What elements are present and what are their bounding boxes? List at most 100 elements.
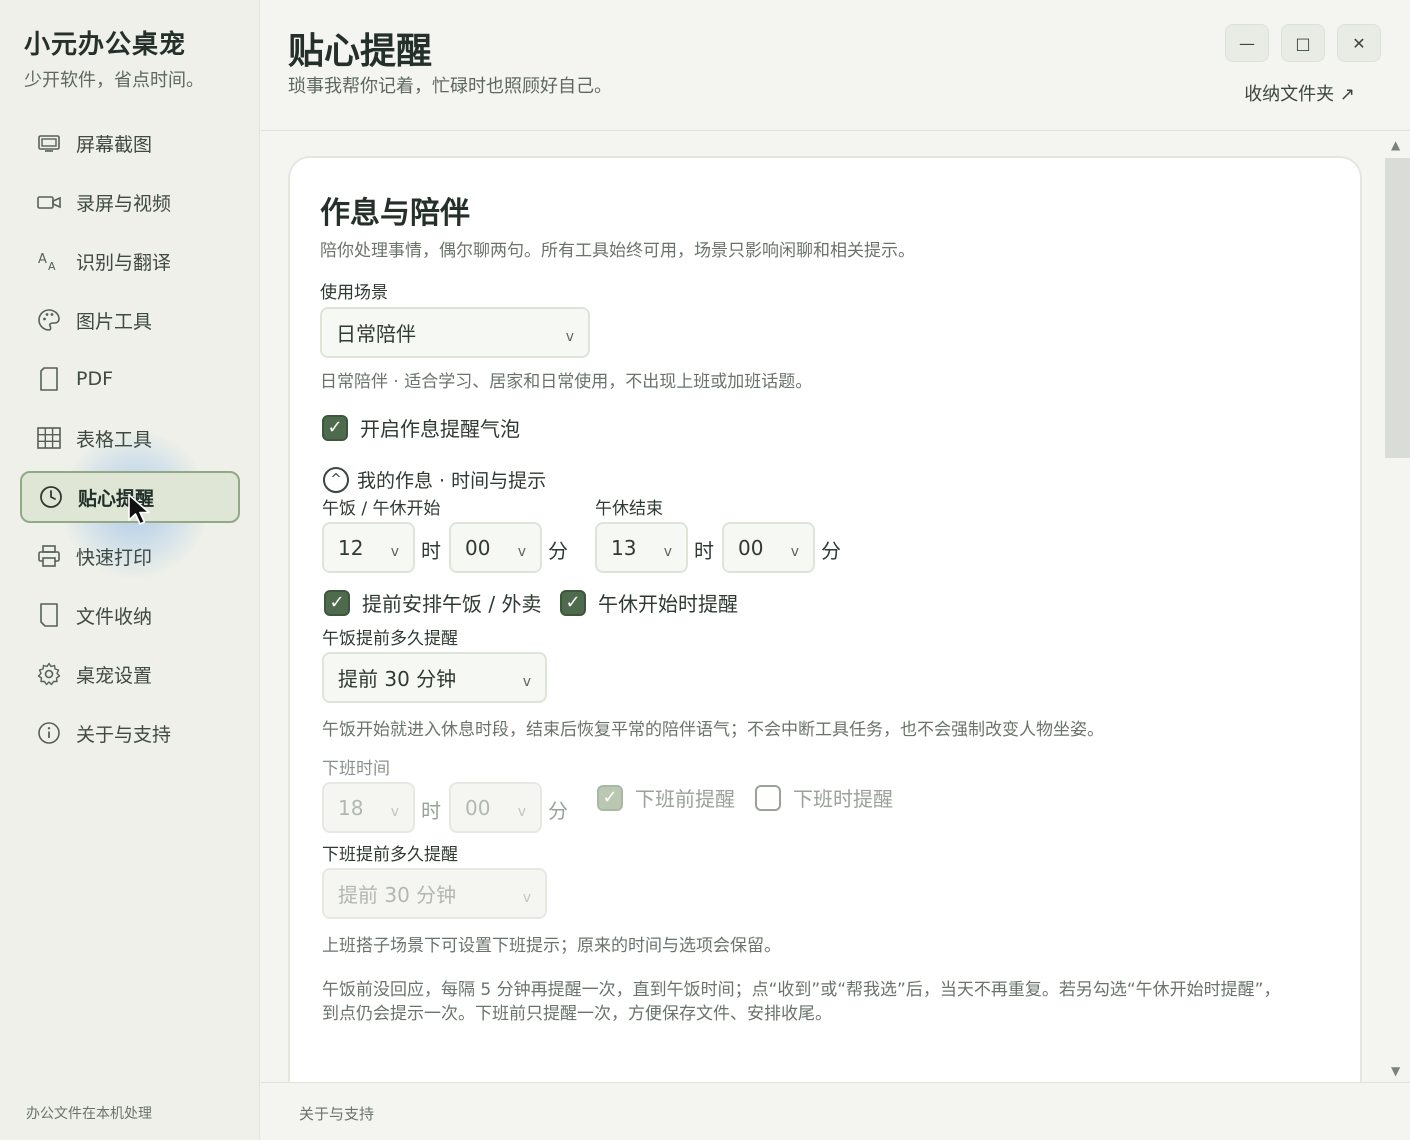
close-button[interactable]: ✕ [1337,24,1381,62]
scrollbar-thumb[interactable] [1385,158,1410,458]
sidebar-item-video[interactable]: 录屏与视频 [20,176,240,228]
info-icon [36,720,62,746]
lunch-start-hour-select[interactable]: 12 v [322,522,415,573]
repeat-note-line1: 午饭前没回应，每隔 5 分钟再提醒一次，直到午饭时间；点“收到”或“帮我选”后，… [322,980,1281,1000]
sidebar-item-print[interactable]: 快速打印 [20,530,240,582]
lunch-end-hour-select[interactable]: 13 v [595,522,688,573]
minimize-button[interactable]: — [1225,24,1269,62]
chevron-down-icon: v [565,328,574,345]
file-icon [36,602,62,628]
storage-folder-link[interactable]: 收纳文件夹 ↗ [1244,80,1355,106]
at-offwork-label: 下班时提醒 [793,787,893,811]
arrange-lunch-label: 提前安排午饭 / 外卖 [362,592,542,616]
sidebar-footer-text: 办公文件在本机处理 [26,1106,152,1122]
lunch-end-label: 午休结束 [595,499,663,519]
scene-label: 使用场景 [320,283,388,303]
document-icon [36,366,62,392]
sidebar-item-image-tools[interactable]: 图片工具 [20,294,240,346]
schedule-section-toggle[interactable]: ^ 我的作息 · 时间与提示 [323,466,546,493]
minute-unit: 分 [548,539,568,563]
chevron-down-icon: v [390,543,399,560]
card-title: 作息与陪伴 [320,196,470,231]
lunch-advance-select[interactable]: 提前 30 分钟 v [322,652,547,703]
sidebar-item-files[interactable]: 文件收纳 [20,589,240,641]
offwork-advance-label: 下班提前多久提醒 [322,845,458,865]
translate-icon: AA [36,248,62,274]
before-offwork-checkbox[interactable]: ✓ 下班前提醒 [597,783,735,812]
before-offwork-label: 下班前提醒 [635,787,735,811]
checkbox-checked-icon: ✓ [324,589,350,616]
minimize-icon: — [1239,33,1255,53]
minute-unit: 分 [548,799,568,823]
offwork-hour-value: 18 [338,795,364,820]
scroll-up-icon[interactable]: ▲ [1391,138,1400,152]
offwork-hour-select[interactable]: 18 v [322,782,415,833]
scene-note: 日常陪伴 · 适合学习、居家和日常使用，不出现上班或加班话题。 [320,372,813,392]
video-camera-icon [36,189,62,215]
sidebar-item-label: 屏幕截图 [76,133,153,156]
footer-about-link[interactable]: 关于与支持 [299,1103,374,1124]
nap-start-reminder-checkbox[interactable]: ✓ 午休开始时提醒 [560,588,738,617]
offwork-minute-value: 00 [465,795,491,820]
enable-bubble-label: 开启作息提醒气泡 [360,417,520,441]
enable-bubble-checkbox[interactable]: ✓ 开启作息提醒气泡 [322,413,520,442]
lunch-start-label: 午饭 / 午休开始 [322,499,441,519]
clock-icon [38,484,64,510]
chevron-down-icon: v [790,543,799,560]
offwork-advance-value: 提前 30 分钟 [338,883,457,907]
scene-select-value: 日常陪伴 [336,322,416,346]
main-scrollbar[interactable]: ▲ ▼ [1385,132,1410,1082]
lunch-end-minute-select[interactable]: 00 v [722,522,815,573]
lunch-end-hour-value: 13 [611,535,637,560]
lunch-start-minute-value: 00 [465,535,491,560]
arrange-lunch-checkbox[interactable]: ✓ 提前安排午饭 / 外卖 [324,588,541,617]
hour-unit: 时 [421,799,441,823]
scene-select[interactable]: 日常陪伴 v [320,307,590,358]
chevron-down-icon: v [522,889,531,906]
sidebar-item-label: 文件收纳 [76,605,153,628]
maximize-icon: □ [1295,33,1311,53]
page-footer: 关于与支持 [261,1082,1410,1140]
gear-icon [36,661,62,687]
checkbox-checked-icon: ✓ [560,589,586,616]
page-title: 贴心提醒 [288,31,433,72]
maximize-button[interactable]: □ [1281,24,1325,62]
hour-unit: 时 [694,539,714,563]
sidebar-item-table[interactable]: 表格工具 [20,412,240,464]
minute-unit: 分 [821,539,841,563]
scroll-down-icon[interactable]: ▼ [1391,1064,1400,1078]
sidebar-item-label: 识别与翻译 [76,251,172,274]
lunch-advance-value: 提前 30 分钟 [338,667,457,691]
sidebar-item-pdf[interactable]: PDF [20,353,240,405]
page-subtitle: 琐事我帮你记着，忙碌时也照顾好自己。 [288,76,612,97]
sidebar-item-label: 关于与支持 [76,723,172,746]
svg-text:A: A [38,252,47,267]
sidebar-item-label: 图片工具 [76,310,153,333]
sidebar-item-label: 录屏与视频 [76,192,172,215]
sidebar-item-pet-settings[interactable]: 桌宠设置 [20,648,240,700]
at-offwork-checkbox[interactable]: 下班时提醒 [755,783,893,812]
app-title: 小元办公桌宠 [24,30,187,60]
svg-text:A: A [48,260,56,272]
chevron-down-icon: v [517,803,526,820]
lunch-advance-label: 午饭提前多久提醒 [322,629,458,649]
section-toggle-label: 我的作息 · 时间与提示 [357,470,547,492]
sidebar-item-screenshot[interactable]: 屏幕截图 [20,117,240,169]
checkbox-unchecked-icon [755,784,781,811]
table-grid-icon [36,425,62,451]
main-content: 作息与陪伴 陪你处理事情，偶尔聊两句。所有工具始终可用，场景只影响闲聊和相关提示… [261,132,1385,1082]
offwork-advance-select[interactable]: 提前 30 分钟 v [322,868,547,919]
sidebar-item-translate[interactable]: AA 识别与翻译 [20,235,240,287]
sidebar-nav: 屏幕截图 录屏与视频 AA 识别与翻译 图片工具 PDF 表格工具 贴心提醒 快… [20,117,240,766]
sidebar-item-about[interactable]: 关于与支持 [20,707,240,759]
offwork-minute-select[interactable]: 00 v [449,782,542,833]
chevron-down-icon: v [517,543,526,560]
sidebar-item-label: 快速打印 [76,546,153,569]
checkbox-checked-icon: ✓ [322,414,348,441]
sidebar-item-label: PDF [76,368,114,390]
lunch-start-hour-value: 12 [338,535,364,560]
chevron-down-icon: v [390,803,399,820]
mouse-cursor-icon [128,494,150,525]
sidebar-item-label: 表格工具 [76,428,153,451]
lunch-start-minute-select[interactable]: 00 v [449,522,542,573]
